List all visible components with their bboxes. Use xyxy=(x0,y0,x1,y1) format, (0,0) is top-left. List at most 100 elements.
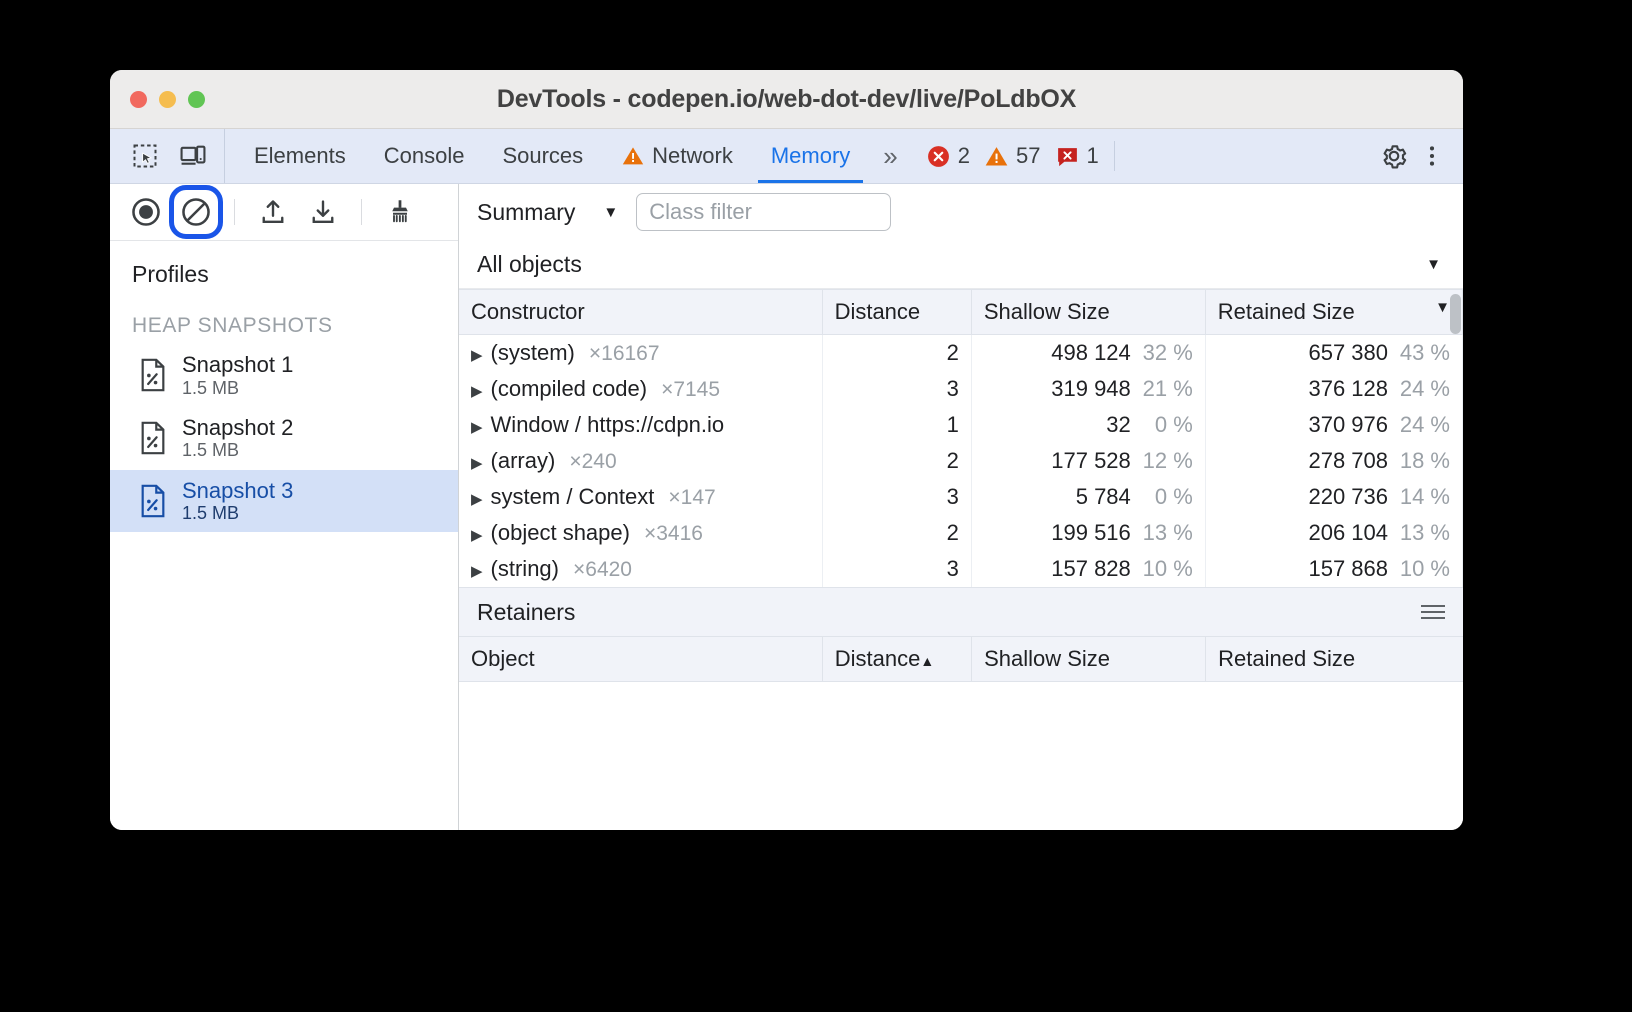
memory-toolbar xyxy=(110,184,458,241)
cell-constructor: ▶system / Context×147 xyxy=(459,479,822,515)
window-titlebar: DevTools - codepen.io/web-dot-dev/live/P… xyxy=(110,70,1463,129)
table-row[interactable]: ▶(object shape)×3416 2 199 51613 % 206 1… xyxy=(459,515,1463,551)
shallow-percent: 0 % xyxy=(1131,484,1193,510)
constructors-table: Constructor Distance Shallow Size Retain… xyxy=(459,290,1463,587)
expand-triangle-icon[interactable]: ▶ xyxy=(471,454,483,472)
expand-triangle-icon[interactable]: ▶ xyxy=(471,526,483,544)
shallow-percent: 21 % xyxy=(1131,376,1193,402)
cell-constructor: ▶(object shape)×3416 xyxy=(459,515,822,551)
column-header-retainer-shallow-size[interactable]: Shallow Size xyxy=(972,637,1206,682)
snapshot-text: Snapshot 1 1.5 MB xyxy=(182,353,293,398)
chevron-down-icon: ▼ xyxy=(603,204,618,221)
cell-shallow-size: 5 7840 % xyxy=(971,479,1205,515)
cell-shallow-size: 199 51613 % xyxy=(971,515,1205,551)
inspect-element-icon[interactable] xyxy=(128,139,162,173)
memory-main-panel: Summary ▼ All objects ▼ xyxy=(459,184,1463,830)
constructor-count: ×7145 xyxy=(661,378,720,401)
expand-triangle-icon[interactable]: ▶ xyxy=(471,490,483,508)
snapshot-file-icon xyxy=(138,358,168,392)
chevron-down-icon: ▼ xyxy=(1426,256,1441,273)
vertical-scrollbar-thumb[interactable] xyxy=(1450,294,1461,334)
devtools-tabbar: Elements Console Sources Network xyxy=(110,129,1463,184)
device-toolbar-icon[interactable] xyxy=(176,139,210,173)
view-mode-select[interactable]: Summary ▼ xyxy=(477,199,636,226)
retained-value: 220 736 xyxy=(1308,484,1388,509)
shallow-percent: 0 % xyxy=(1131,412,1193,438)
issues-counter[interactable]: 1 xyxy=(1055,143,1106,169)
tab-sources[interactable]: Sources xyxy=(483,129,602,183)
retainers-title: Retainers xyxy=(477,599,575,626)
save-profile-button[interactable] xyxy=(301,190,345,234)
snapshot-item-2[interactable]: Snapshot 2 1.5 MB xyxy=(110,407,458,470)
warning-count: 57 xyxy=(1016,143,1040,169)
table-row[interactable]: ▶(array)×240 2 177 52812 % 278 70818 % xyxy=(459,443,1463,479)
status-counters: 2 57 1 xyxy=(912,129,1106,183)
retained-percent: 24 % xyxy=(1388,412,1450,438)
class-filter-input[interactable] xyxy=(636,193,891,231)
tab-label: Network xyxy=(652,143,733,169)
collect-garbage-button[interactable] xyxy=(378,190,422,234)
tab-label: Elements xyxy=(254,143,346,169)
cell-constructor: ▶(string)×6420 xyxy=(459,551,822,587)
constructor-count: ×3416 xyxy=(644,522,703,545)
constructor-count: ×147 xyxy=(668,486,715,509)
clear-all-profiles-button[interactable] xyxy=(174,190,218,234)
cell-shallow-size: 320 % xyxy=(971,407,1205,443)
column-label: Distance xyxy=(835,299,921,324)
tab-elements[interactable]: Elements xyxy=(235,129,365,183)
cell-retained-size: 376 12824 % xyxy=(1205,371,1462,407)
column-header-distance[interactable]: Distance xyxy=(822,290,971,335)
cell-shallow-size: 319 94821 % xyxy=(971,371,1205,407)
constructor-name: (array) xyxy=(491,448,556,473)
tab-label: Memory xyxy=(771,143,850,169)
snapshot-item-1[interactable]: Snapshot 1 1.5 MB xyxy=(110,344,458,407)
constructor-count: ×16167 xyxy=(589,342,660,365)
column-header-retained-size[interactable]: Retained Size ▼ xyxy=(1205,290,1462,335)
record-heap-snapshot-button[interactable] xyxy=(124,190,168,234)
retained-percent: 43 % xyxy=(1388,340,1450,366)
error-counter[interactable]: 2 xyxy=(926,143,977,169)
column-header-retainer-distance[interactable]: Distance▲ xyxy=(822,637,971,682)
column-header-object[interactable]: Object xyxy=(459,637,822,682)
cell-distance: 3 xyxy=(822,551,971,587)
table-row[interactable]: ▶(compiled code)×7145 3 319 94821 % 376 … xyxy=(459,371,1463,407)
issue-icon xyxy=(1055,144,1080,169)
column-header-constructor[interactable]: Constructor xyxy=(459,290,822,335)
expand-triangle-icon[interactable]: ▶ xyxy=(471,418,483,436)
table-row[interactable]: ▶Window / https://cdpn.io 1 320 % 370 97… xyxy=(459,407,1463,443)
tab-network[interactable]: Network xyxy=(602,129,752,183)
warning-icon xyxy=(621,144,645,168)
tab-memory[interactable]: Memory xyxy=(752,129,869,183)
hamburger-menu-icon[interactable] xyxy=(1421,605,1445,619)
load-profile-button[interactable] xyxy=(251,190,295,234)
gear-icon[interactable] xyxy=(1377,139,1411,173)
snapshot-item-3[interactable]: Snapshot 3 1.5 MB xyxy=(110,470,458,533)
column-header-shallow-size[interactable]: Shallow Size xyxy=(971,290,1205,335)
memory-filter-bar: Summary ▼ xyxy=(459,184,1463,240)
column-header-retainer-retained-size[interactable]: Retained Size xyxy=(1206,637,1463,682)
table-row[interactable]: ▶(string)×6420 3 157 82810 % 157 86810 % xyxy=(459,551,1463,587)
cell-shallow-size: 177 52812 % xyxy=(971,443,1205,479)
objects-scope-select[interactable]: All objects ▼ xyxy=(459,240,1463,289)
tabbar-right-icons xyxy=(1377,129,1463,183)
cell-shallow-size: 498 12432 % xyxy=(971,335,1205,372)
retainers-table-wrap: Object Distance▲ Shallow Size Retained S… xyxy=(459,637,1463,830)
retained-percent: 10 % xyxy=(1388,556,1450,582)
table-row[interactable]: ▶system / Context×147 3 5 7840 % 220 736… xyxy=(459,479,1463,515)
view-mode-label: Summary xyxy=(477,199,575,226)
expand-triangle-icon[interactable]: ▶ xyxy=(471,346,483,364)
column-label: Retained Size xyxy=(1218,299,1355,324)
snapshot-text: Snapshot 2 1.5 MB xyxy=(182,416,293,461)
retained-value: 657 380 xyxy=(1308,340,1388,365)
expand-triangle-icon[interactable]: ▶ xyxy=(471,562,483,580)
warning-counter[interactable]: 57 xyxy=(984,143,1047,169)
more-tabs-icon[interactable]: » xyxy=(869,129,911,183)
tab-console[interactable]: Console xyxy=(365,129,484,183)
devtools-body: Profiles HEAP SNAPSHOTS Snapshot 1 1.5 M… xyxy=(110,184,1463,830)
devtools-window: DevTools - codepen.io/web-dot-dev/live/P… xyxy=(110,70,1463,830)
snapshot-size: 1.5 MB xyxy=(182,378,293,398)
more-options-icon[interactable] xyxy=(1415,139,1449,173)
cell-shallow-size: 157 82810 % xyxy=(971,551,1205,587)
table-row[interactable]: ▶(system)×16167 2 498 12432 % 657 38043 … xyxy=(459,335,1463,372)
expand-triangle-icon[interactable]: ▶ xyxy=(471,382,483,400)
